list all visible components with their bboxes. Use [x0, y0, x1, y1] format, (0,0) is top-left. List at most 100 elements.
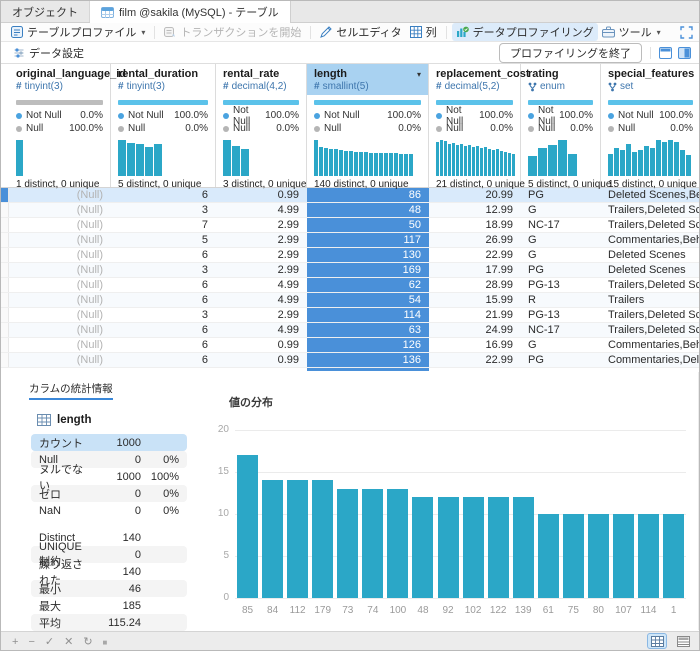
- tab-column-statistics[interactable]: カラムの統計情報: [29, 381, 113, 400]
- profile-card-special_features[interactable]: special_featuressetNot Null100.0%Null0.0…: [601, 64, 700, 187]
- row-handle[interactable]: [1, 233, 9, 247]
- cell[interactable]: 21.99: [429, 308, 521, 322]
- row-handle[interactable]: [1, 323, 9, 337]
- row-handle[interactable]: [1, 203, 9, 217]
- table-profile-button[interactable]: テーブルプロファイル ▾: [7, 23, 149, 41]
- stat-row[interactable]: 平均115.24: [31, 614, 187, 631]
- table-row[interactable]: (Null)64.996228.99PG-13Trailers,Deleted …: [1, 278, 699, 293]
- cell[interactable]: 169: [307, 263, 429, 277]
- row-handle[interactable]: [1, 278, 9, 292]
- cell[interactable]: 130: [307, 248, 429, 262]
- cell[interactable]: Deleted Scenes: [601, 263, 699, 277]
- table-row[interactable]: (Null)32.9916917.99PGDeleted Scenes: [1, 263, 699, 278]
- cell[interactable]: G: [521, 233, 601, 247]
- table-row[interactable]: (Null)72.995018.99NC-17Trailers,Deleted …: [1, 218, 699, 233]
- stat-row[interactable]: 繰り返された140: [31, 563, 187, 580]
- cell[interactable]: 6: [111, 323, 216, 337]
- row-handle[interactable]: [1, 308, 9, 322]
- cell[interactable]: 62: [307, 278, 429, 292]
- tab-objects[interactable]: オブジェクト: [1, 1, 90, 22]
- cell[interactable]: R: [521, 293, 601, 307]
- cell[interactable]: (Null): [9, 338, 111, 352]
- cell[interactable]: 48: [307, 203, 429, 217]
- cell[interactable]: 2.99: [216, 218, 307, 232]
- row-handle[interactable]: [1, 338, 9, 352]
- cancel-icon[interactable]: ✕: [64, 636, 73, 648]
- record-view-button[interactable]: [673, 633, 693, 649]
- cell[interactable]: PG: [521, 188, 601, 202]
- column-header[interactable]: original_language_id#tinyint(3): [9, 64, 110, 95]
- cell[interactable]: 0.99: [216, 188, 307, 202]
- stat-row[interactable]: 最小46: [31, 580, 187, 597]
- cell[interactable]: (Null): [9, 323, 111, 337]
- cell[interactable]: 20.99: [429, 188, 521, 202]
- cell[interactable]: Commentaries,Deleted Sc: [601, 353, 699, 367]
- column-header[interactable]: ratingenum: [521, 64, 600, 95]
- grid-view-button[interactable]: [647, 633, 667, 649]
- cell[interactable]: (Null): [9, 248, 111, 262]
- panel-right-icon[interactable]: [678, 47, 691, 59]
- column-header[interactable]: special_featuresset: [601, 64, 700, 95]
- cell[interactable]: 50: [307, 218, 429, 232]
- cell[interactable]: 24.99: [429, 323, 521, 337]
- cell[interactable]: PG: [521, 353, 601, 367]
- profile-card-original_language_id[interactable]: original_language_id#tinyint(3)Not Null0…: [9, 64, 111, 187]
- table-row[interactable]: (Null)64.996324.99NC-17Trailers,Deleted …: [1, 323, 699, 338]
- cell-editor-button[interactable]: セルエディタ: [316, 23, 405, 41]
- panel-bottom-icon[interactable]: [659, 47, 672, 59]
- cell[interactable]: 4.99: [216, 278, 307, 292]
- cell[interactable]: 6: [111, 248, 216, 262]
- remove-icon[interactable]: −: [28, 636, 34, 648]
- table-row[interactable]: (Null)60.998620.99PGDeleted Scenes,Behin…: [1, 188, 699, 203]
- profile-card-replacement_cost[interactable]: replacement_cost#decimal(5,2)Not Null100…: [429, 64, 521, 187]
- cell[interactable]: Trailers,Deleted Scenes: [601, 323, 699, 337]
- profile-card-rental_rate[interactable]: rental_rate#decimal(4,2)Not Null100.0%Nu…: [216, 64, 307, 187]
- table-row[interactable]: (Null)32.9911421.99PG-13Trailers,Deleted…: [1, 308, 699, 323]
- column-header[interactable]: rental_rate#decimal(4,2): [216, 64, 306, 95]
- cell[interactable]: 136: [307, 353, 429, 367]
- cell[interactable]: (Null): [9, 353, 111, 367]
- cell[interactable]: 4.99: [216, 323, 307, 337]
- cell[interactable]: (Null): [9, 233, 111, 247]
- cell[interactable]: (Null): [9, 188, 111, 202]
- cell[interactable]: (Null): [9, 218, 111, 232]
- stat-row[interactable]: ヌルでない1000100%: [31, 468, 187, 485]
- cell[interactable]: 6: [111, 188, 216, 202]
- cell[interactable]: 117: [307, 233, 429, 247]
- stop-icon[interactable]: ■: [103, 638, 108, 647]
- profile-card-length[interactable]: length▾#smallint(5)Not Null100.0%Null0.0…: [307, 64, 429, 187]
- cell[interactable]: 5: [111, 233, 216, 247]
- cell[interactable]: Trailers,Deleted Scenes: [601, 203, 699, 217]
- data-profiling-button[interactable]: データプロファイリング: [452, 23, 598, 41]
- cell[interactable]: 16.99: [429, 338, 521, 352]
- cell[interactable]: G: [521, 203, 601, 217]
- cell[interactable]: 6: [111, 278, 216, 292]
- cell[interactable]: Deleted Scenes,Behind the: [601, 188, 699, 202]
- columns-button[interactable]: 列: [406, 23, 441, 41]
- row-handle[interactable]: [1, 353, 9, 367]
- row-handle[interactable]: [1, 248, 9, 262]
- cell[interactable]: 26.99: [429, 233, 521, 247]
- cell[interactable]: Deleted Scenes: [601, 248, 699, 262]
- cell[interactable]: 54: [307, 293, 429, 307]
- maximize-panel-icon[interactable]: [680, 26, 693, 39]
- row-handle[interactable]: [1, 263, 9, 277]
- cell[interactable]: Trailers,Deleted Scenes: [601, 278, 699, 292]
- row-handle[interactable]: [1, 188, 9, 202]
- column-header[interactable]: length▾#smallint(5): [307, 64, 428, 95]
- finish-profiling-button[interactable]: プロファイリングを終了: [499, 43, 642, 63]
- cell[interactable]: G: [521, 338, 601, 352]
- profile-card-rental_duration[interactable]: rental_duration#tinyint(3)Not Null100.0%…: [111, 64, 216, 187]
- cell[interactable]: 22.99: [429, 248, 521, 262]
- cell[interactable]: (Null): [9, 308, 111, 322]
- apply-icon[interactable]: ✓: [45, 636, 54, 648]
- cell[interactable]: 4.99: [216, 203, 307, 217]
- table-row[interactable]: (Null)52.9911726.99GCommentaries,Behind …: [1, 233, 699, 248]
- cell[interactable]: 17.99: [429, 263, 521, 277]
- cell[interactable]: Trailers,Deleted Scenes: [601, 308, 699, 322]
- cell[interactable]: 2.99: [216, 248, 307, 262]
- cell[interactable]: 12.99: [429, 203, 521, 217]
- cell[interactable]: 0.99: [216, 338, 307, 352]
- cell[interactable]: 28.99: [429, 278, 521, 292]
- cell[interactable]: 3: [111, 263, 216, 277]
